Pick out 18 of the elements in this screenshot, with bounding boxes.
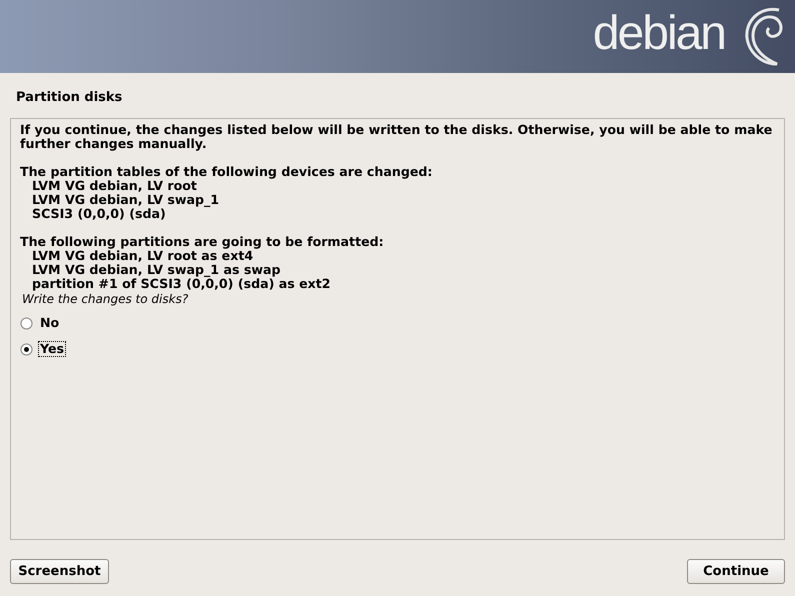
continue-button[interactable]: Continue xyxy=(687,559,785,584)
device-item: partition #1 of SCSI3 (0,0,0) (sda) as ext2 xyxy=(31,277,332,291)
option-label: No xyxy=(39,315,60,331)
page-title: Partition disks xyxy=(16,90,122,105)
option-label: Yes xyxy=(38,341,66,357)
device-item: LVM VG debian, LV root xyxy=(31,179,198,193)
question-text: Write the changes to disks? xyxy=(21,292,190,306)
section-heading: The following partitions are going to be formatted: xyxy=(20,235,385,249)
device-item: LVM VG debian, LV swap_1 as swap xyxy=(31,263,282,277)
device-item: LVM VG debian, LV swap_1 xyxy=(31,193,220,207)
logo-text: debian xyxy=(592,10,725,58)
radio-button[interactable] xyxy=(20,342,33,356)
screenshot-button[interactable]: Screenshot xyxy=(10,559,109,584)
intro-text: If you continue, the changes listed below will be written to the disks. Otherwise, you will be able to make further changes manually. xyxy=(20,123,774,151)
section-heading: The partition tables of the following devices are changed: xyxy=(20,165,434,179)
device-item: LVM VG debian, LV root as ext4 xyxy=(31,249,254,263)
device-item: SCSI3 (0,0,0) (sda) xyxy=(31,207,167,221)
radio-button[interactable] xyxy=(20,316,33,330)
